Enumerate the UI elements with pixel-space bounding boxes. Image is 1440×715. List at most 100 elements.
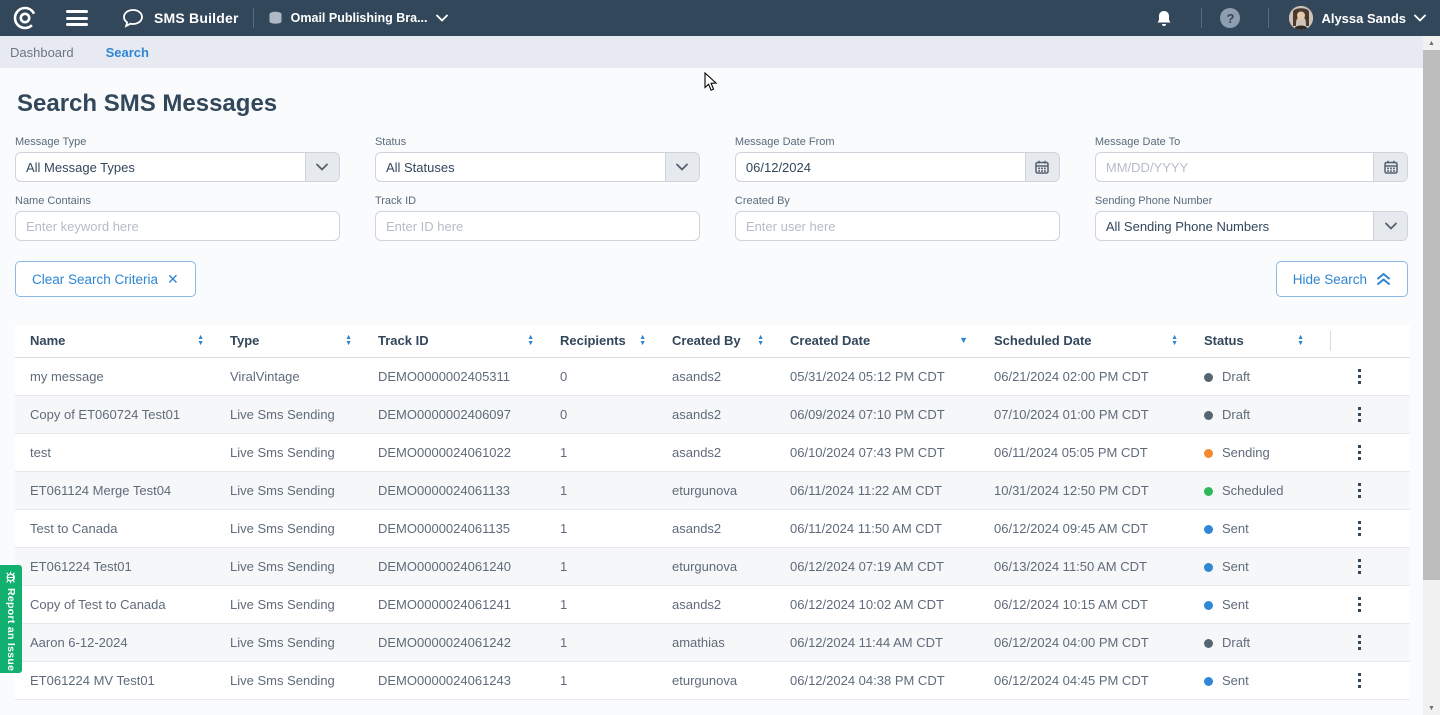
row-menu-button[interactable] <box>1354 631 1365 654</box>
column-label: Created Date <box>790 333 870 348</box>
cell-status: Sent <box>1204 547 1330 585</box>
status-dot <box>1204 411 1213 420</box>
cell-created_by: eturgunova <box>672 547 790 585</box>
row-menu-button[interactable] <box>1354 479 1365 502</box>
cell-actions <box>1330 585 1410 623</box>
row-menu-button[interactable] <box>1354 517 1365 540</box>
scrollbar-down-arrow[interactable]: ▼ <box>1423 701 1440 715</box>
cell-track_id: DEMO0000024061022 <box>378 433 560 471</box>
row-menu-button[interactable] <box>1354 555 1365 578</box>
breadcrumb-search[interactable]: Search <box>106 45 149 60</box>
scrollbar-thumb[interactable] <box>1423 50 1440 580</box>
name-contains-input[interactable] <box>16 212 339 240</box>
created-by-input[interactable] <box>736 212 1059 240</box>
table-row: ET061224 Test01Live Sms SendingDEMO00000… <box>15 547 1410 585</box>
row-menu-button[interactable] <box>1354 365 1365 388</box>
row-menu-button[interactable] <box>1354 593 1365 616</box>
app-logo-icon[interactable] <box>12 5 38 31</box>
created-by-label: Created By <box>735 195 1060 207</box>
cell-created_by: asands2 <box>672 585 790 623</box>
table-body: my messageViralVintageDEMO00000024053110… <box>15 357 1410 699</box>
table-row: testLive Sms SendingDEMO00000240610221as… <box>15 433 1410 471</box>
calendar-icon[interactable] <box>1025 153 1059 181</box>
cell-scheduled_date: 06/12/2024 04:45 PM CDT <box>994 661 1204 699</box>
message-type-label: Message Type <box>15 136 340 148</box>
date-to-input[interactable] <box>1096 153 1373 181</box>
column-label: Track ID <box>378 333 429 348</box>
table-row: ET061124 Merge Test04Live Sms SendingDEM… <box>15 471 1410 509</box>
notifications-bell-icon[interactable] <box>1155 9 1173 28</box>
created-by-field <box>735 211 1060 241</box>
column-header-created_by[interactable]: Created By▲▼ <box>672 325 790 357</box>
sort-icon[interactable]: ▲▼ <box>197 335 204 347</box>
sort-icon[interactable]: ▼ <box>959 336 968 345</box>
column-header-name[interactable]: Name▲▼ <box>15 325 230 357</box>
navbar-divider <box>1201 8 1202 28</box>
help-icon[interactable]: ? <box>1220 8 1240 28</box>
column-header-scheduled_date[interactable]: Scheduled Date▲▼ <box>994 325 1204 357</box>
row-menu-button[interactable] <box>1354 669 1365 692</box>
breadcrumb-dashboard[interactable]: Dashboard <box>10 45 74 60</box>
user-avatar[interactable] <box>1289 6 1313 30</box>
name-contains-field <box>15 211 340 241</box>
scrollbar-up-arrow[interactable]: ▲ <box>1423 36 1440 50</box>
cell-status: Draft <box>1204 395 1330 433</box>
cell-recipients: 1 <box>560 547 672 585</box>
hide-search-button[interactable]: Hide Search <box>1276 261 1408 297</box>
column-header-track_id[interactable]: Track ID ▲▼ <box>378 325 560 357</box>
status-select[interactable]: All Statuses <box>375 152 700 182</box>
cell-created_by: asands2 <box>672 395 790 433</box>
cell-scheduled_date: 06/21/2024 02:00 PM CDT <box>994 357 1204 395</box>
cell-created_by: asands2 <box>672 357 790 395</box>
app-title: SMS Builder <box>154 10 239 26</box>
sort-icon[interactable]: ▲▼ <box>1171 335 1178 347</box>
table-row: my messageViralVintageDEMO00000024053110… <box>15 357 1410 395</box>
clear-search-criteria-button[interactable]: Clear Search Criteria ✕ <box>15 261 196 297</box>
date-from-label: Message Date From <box>735 136 1060 148</box>
cell-name: Copy of ET060724 Test01 <box>15 395 230 433</box>
page-title: Search SMS Messages <box>17 90 1423 118</box>
cell-created_date: 06/10/2024 07:43 PM CDT <box>790 433 994 471</box>
column-header-created_date[interactable]: Created Date ▼ <box>790 325 994 357</box>
cell-name: ET061224 Test01 <box>15 547 230 585</box>
cell-created_date: 06/12/2024 11:44 AM CDT <box>790 623 994 661</box>
column-header-status[interactable]: Status▲▼ <box>1204 325 1330 357</box>
row-menu-button[interactable] <box>1354 441 1365 464</box>
cell-scheduled_date: 06/12/2024 09:45 AM CDT <box>994 509 1204 547</box>
vertical-scrollbar[interactable]: ▲ ▼ <box>1423 36 1440 715</box>
track-id-input[interactable] <box>376 212 699 240</box>
sort-icon[interactable]: ▲▼ <box>527 335 534 347</box>
chevron-down-icon[interactable] <box>1373 212 1407 240</box>
menu-hamburger-icon[interactable] <box>66 10 88 26</box>
date-to-field <box>1095 152 1408 182</box>
date-from-input[interactable] <box>736 153 1025 181</box>
sending-phone-select[interactable]: All Sending Phone Numbers <box>1095 211 1408 241</box>
cell-scheduled_date: 06/12/2024 10:15 AM CDT <box>994 585 1204 623</box>
table-row: Copy of ET060724 Test01Live Sms SendingD… <box>15 395 1410 433</box>
sort-icon[interactable]: ▲▼ <box>345 335 352 347</box>
cell-name: ET061124 Merge Test04 <box>15 471 230 509</box>
chevron-down-icon[interactable] <box>665 153 699 181</box>
sort-icon[interactable]: ▲▼ <box>639 335 646 347</box>
column-label: Type <box>230 333 259 348</box>
status-label: Sent <box>1222 597 1249 612</box>
status-label: Draft <box>1222 407 1250 422</box>
calendar-icon[interactable] <box>1373 153 1407 181</box>
user-menu-chevron-icon[interactable] <box>1414 14 1426 22</box>
cell-status: Sent <box>1204 661 1330 699</box>
row-menu-button[interactable] <box>1354 403 1365 426</box>
cell-recipients: 0 <box>560 357 672 395</box>
cell-created_date: 06/12/2024 07:19 AM CDT <box>790 547 994 585</box>
cell-status: Draft <box>1204 623 1330 661</box>
sort-icon[interactable]: ▲▼ <box>757 335 764 347</box>
navbar-divider <box>253 8 254 28</box>
cell-track_id: DEMO0000002406097 <box>378 395 560 433</box>
report-issue-tab[interactable]: Report an Issue <box>0 565 22 673</box>
sort-icon[interactable]: ▲▼ <box>1297 335 1304 347</box>
column-header-type[interactable]: Type ▲▼ <box>230 325 378 357</box>
account-selector[interactable]: Omail Publishing Bra... <box>268 11 448 25</box>
cell-status: Sent <box>1204 509 1330 547</box>
column-header-recipients[interactable]: Recipients▲▼ <box>560 325 672 357</box>
chevron-down-icon[interactable] <box>305 153 339 181</box>
message-type-select[interactable]: All Message Types <box>15 152 340 182</box>
